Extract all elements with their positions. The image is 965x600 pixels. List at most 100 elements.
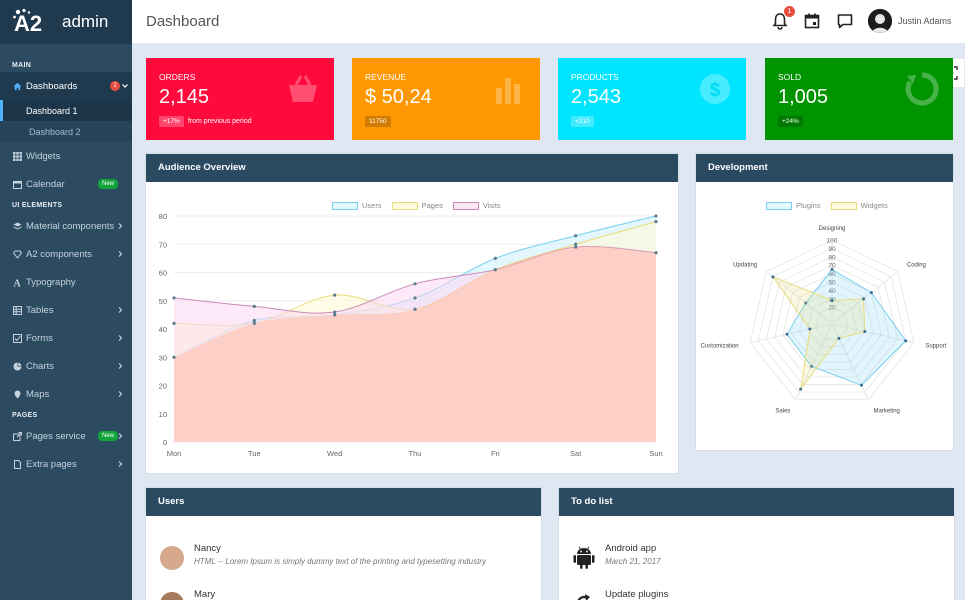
todo-name: Update plugins xyxy=(605,589,669,600)
layers-icon xyxy=(12,221,22,231)
bar-chart-icon xyxy=(496,78,520,104)
stat-change-pill: 11750 xyxy=(365,116,391,127)
radar-data-point xyxy=(862,297,866,301)
checkbox-icon xyxy=(12,333,22,343)
dashboards-count-badge: 2 xyxy=(110,81,120,91)
sidebar-item-pages-service[interactable]: Pages service New xyxy=(0,422,132,450)
y-tick-label: 70 xyxy=(159,240,167,249)
file-icon xyxy=(12,459,22,469)
radar-data-point xyxy=(785,332,789,336)
chat-icon[interactable] xyxy=(835,11,855,31)
x-tick-label: Sun xyxy=(649,449,662,458)
data-point xyxy=(252,321,256,325)
chevron-right-icon xyxy=(118,433,123,439)
stat-card-sold: SOLD 1,005 +24% xyxy=(765,58,953,140)
user-name[interactable]: Justin Adams xyxy=(898,16,952,26)
development-radar-chart: Designing Coding Support Marketing Sales Cust… xyxy=(701,226,947,414)
x-tick-label: Wed xyxy=(327,449,342,458)
radar-axis-label: Designing xyxy=(819,226,846,232)
y-tick-label: 80 xyxy=(159,212,167,221)
grid-icon xyxy=(12,151,22,161)
panel-title: Audience Overview xyxy=(146,154,678,182)
list-item[interactable]: Android app March 21, 2017 xyxy=(573,543,661,569)
list-item[interactable]: Mary xyxy=(160,589,215,600)
x-tick-label: Fri xyxy=(491,449,500,458)
development-panel: Development Plugins Widgets Designing Cod… xyxy=(695,153,954,451)
data-point xyxy=(172,321,176,325)
sidebar-item-label: Dashboards xyxy=(26,80,78,92)
radar-data-point xyxy=(904,339,908,343)
stat-card-products: PRODUCTS 2,543 +210 $ xyxy=(558,58,746,140)
radar-tick-label: 80 xyxy=(828,254,836,261)
sidebar-item-label: Material components xyxy=(26,220,115,232)
pie-chart-icon xyxy=(12,361,22,371)
page-title: Dashboard xyxy=(146,13,220,30)
list-item[interactable]: Update plugins xyxy=(573,589,668,600)
radar-tick-label: 100 xyxy=(827,238,838,245)
data-point xyxy=(574,242,578,246)
data-point xyxy=(493,268,497,272)
data-point xyxy=(413,307,417,311)
calendar-icon[interactable] xyxy=(802,11,822,31)
radar-axis-label: Coding xyxy=(907,262,926,268)
sidebar-item-calendar[interactable]: Calendar New xyxy=(0,170,132,198)
section-label-pages: PAGES xyxy=(12,412,38,419)
section-label-ui-elements: UI ELEMENTS xyxy=(12,202,63,209)
sidebar-item-dashboard-2[interactable]: Dashboard 2 xyxy=(0,121,132,142)
radar-data-point xyxy=(830,298,834,302)
sidebar-item-typography[interactable]: A Typography xyxy=(0,268,132,296)
stat-change-pill: +24% xyxy=(778,116,803,127)
radar-data-point xyxy=(799,387,803,391)
y-tick-label: 30 xyxy=(159,353,167,362)
sidebar-item-material-components[interactable]: Material components xyxy=(0,212,132,240)
radar-axis-label: Updating xyxy=(733,262,757,268)
sidebar-item-forms[interactable]: Forms xyxy=(0,324,132,352)
y-tick-label: 40 xyxy=(159,325,167,334)
avatar xyxy=(160,592,184,600)
diamond-icon xyxy=(12,249,22,259)
chevron-right-icon xyxy=(118,461,123,467)
radar-data-point xyxy=(808,327,812,331)
dollar-coin-icon: $ xyxy=(700,74,730,104)
stat-change-pill: +17% xyxy=(159,116,184,127)
new-badge: New xyxy=(97,431,118,441)
top-header: Dashboard 1 Justin Adams xyxy=(132,0,965,44)
audience-overview-panel: Audience Overview Users Pages Visits 0 10… xyxy=(145,153,679,474)
radar-axis-label: Customization xyxy=(701,343,739,349)
brand-logo[interactable]: A2 admin xyxy=(0,0,132,44)
x-tick-label: Thu xyxy=(409,449,422,458)
sidebar-item-a2-components[interactable]: A2 components xyxy=(0,240,132,268)
data-point xyxy=(172,296,176,300)
sidebar-item-label: Pages service xyxy=(26,430,86,442)
stat-note: from previous period xyxy=(187,118,252,125)
home-icon xyxy=(12,81,22,91)
sidebar-item-dashboards[interactable]: Dashboards 2 xyxy=(0,72,132,100)
stat-change-pill: +210 xyxy=(571,116,594,127)
radar-data-point xyxy=(869,291,873,295)
x-tick-label: Tue xyxy=(248,449,261,458)
sidebar-item-charts[interactable]: Charts xyxy=(0,352,132,380)
svg-text:$: $ xyxy=(710,80,721,101)
sidebar-item-tables[interactable]: Tables xyxy=(0,296,132,324)
basket-icon xyxy=(289,75,317,102)
sidebar-item-maps[interactable]: Maps xyxy=(0,380,132,408)
sidebar-item-label: Calendar xyxy=(26,178,65,190)
data-point xyxy=(252,318,256,323)
calendar-icon xyxy=(12,179,22,189)
list-item[interactable]: Nancy HTML -- Lorem Ipsum is simply dumm… xyxy=(160,543,486,570)
data-point xyxy=(333,313,337,317)
sidebar-item-dashboard-1[interactable]: Dashboard 1 xyxy=(0,100,132,121)
y-tick-label: 20 xyxy=(159,382,167,391)
data-point xyxy=(172,355,176,359)
refresh-icon xyxy=(577,594,590,600)
a2-logo-icon: A2 xyxy=(13,8,42,36)
avatar[interactable] xyxy=(868,9,892,33)
font-icon: A xyxy=(12,277,22,287)
radar-axis-label: Support xyxy=(925,343,946,349)
todo-list-panel: To do list Android app March 21, 2017 Up… xyxy=(558,487,955,600)
sidebar-item-label: Charts xyxy=(26,360,54,372)
stat-card-orders: ORDERS 2,145 +17% from previous period xyxy=(146,58,334,140)
sidebar-item-extra-pages[interactable]: Extra pages xyxy=(0,450,132,478)
y-tick-label: 0 xyxy=(163,438,167,447)
sidebar-item-widgets[interactable]: Widgets xyxy=(0,142,132,170)
